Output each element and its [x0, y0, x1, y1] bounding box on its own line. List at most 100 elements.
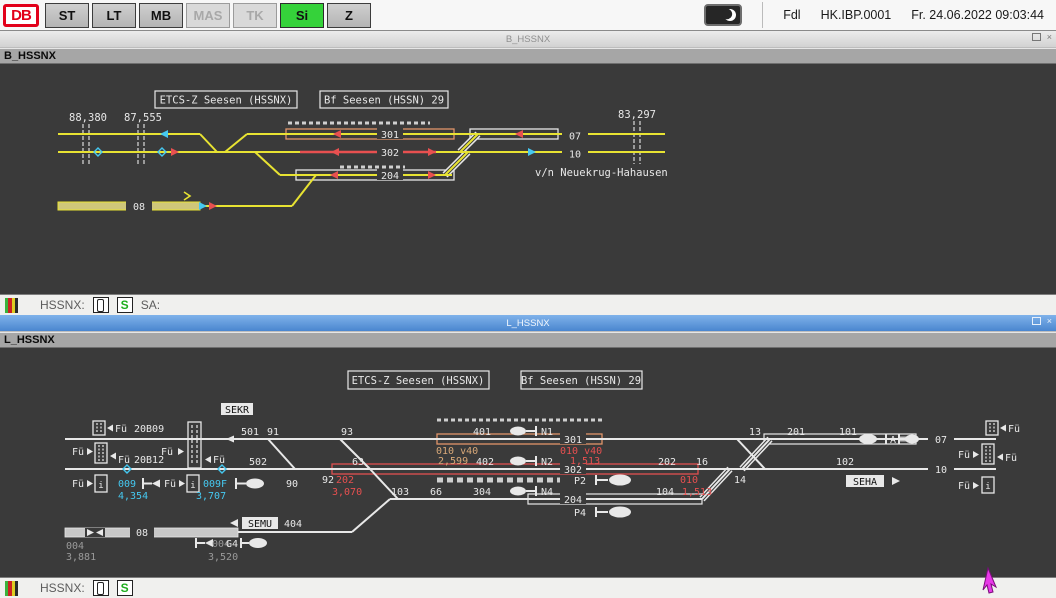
signal-left-icon[interactable]: [143, 478, 160, 489]
block-marker-20b09-icon[interactable]: [93, 421, 105, 435]
block-marker-right-icon[interactable]: [986, 421, 998, 435]
toolbar-button-mas: MAS: [186, 3, 230, 28]
signal-oval-icon[interactable]: [241, 538, 267, 548]
b-status-box-s[interactable]: S: [117, 297, 133, 313]
window-l-titlebar[interactable]: L_HSSNX ×: [0, 315, 1056, 332]
window-b-content: ETCS-Z Seesen (HSSNX) Bf Seesen (HSSN) 2…: [0, 64, 1056, 294]
day-night-toggle[interactable]: [704, 4, 742, 26]
neighbor-line-label: v/n Neuekrug-Hahausen: [535, 167, 668, 179]
km-post-3: [634, 121, 640, 164]
route-dist-tan: 2,599: [438, 456, 468, 467]
b-track-diagram: ETCS-Z Seesen (HSSNX) Bf Seesen (HSSN) 2…: [0, 64, 1056, 294]
switch-14-label: 14: [734, 475, 746, 486]
info-box-right-icon[interactable]: i: [982, 477, 994, 493]
section-202-label: 202: [658, 457, 676, 468]
signal-p4-icon[interactable]: [596, 507, 631, 518]
signal-n4-label: N4: [541, 487, 553, 498]
km-label-3: 83,297: [618, 109, 656, 121]
fu-arrow-right-icon: [178, 448, 184, 455]
l-track-204-label: 204: [564, 495, 582, 506]
fu-arrow-right-icon: [973, 451, 979, 458]
l-status-station: HSSNX:: [40, 581, 85, 595]
workstation-id: HK.IBP.0001: [821, 8, 892, 22]
fu-label: Fü: [1008, 424, 1020, 435]
signal-a2-icon[interactable]: [899, 434, 919, 444]
fu-arrow-right-icon: [87, 480, 93, 487]
l-track-diagram: ETCS-Z Seesen (HSSNX) Bf Seesen (HSSN) 2…: [0, 348, 1056, 577]
b-bf-label: Bf Seesen (HSSN) 29: [324, 95, 444, 107]
close-icon[interactable]: ×: [1047, 32, 1052, 42]
semu-arrow-icon: [230, 519, 238, 527]
block-20b09-label: 20B09: [134, 424, 164, 435]
toolbar-button-si[interactable]: Si: [280, 3, 324, 28]
window-l: L_HSSNX × L_HSSNX ETCS-Z Seesen (HSSNX) …: [0, 315, 1056, 598]
signal-a-exit-icon[interactable]: [859, 434, 886, 444]
route-dist-red: 1,513: [570, 456, 600, 467]
train-004b-dist: 3,520: [208, 552, 238, 563]
fu-arrow-right-icon: [87, 448, 93, 455]
switch-63-label: 63: [352, 457, 364, 468]
signal-p2-label: P2: [574, 476, 586, 487]
signal-a-label: A: [890, 435, 896, 446]
fu-label: Fü: [958, 450, 970, 461]
train-009f-label: 009F: [203, 479, 227, 490]
km-label-2: 87,555: [124, 112, 162, 124]
window-l-label-bar: L_HSSNX: [0, 332, 1056, 348]
b-track-10-label: 10: [569, 150, 581, 161]
l-status-box-s[interactable]: S: [117, 580, 133, 596]
main-toolbar: DB ST LT MB MAS TK Si Z Fdl HK.IBP.0001 …: [0, 0, 1056, 31]
window-l-label: L_HSSNX: [4, 334, 55, 346]
b-status-sa: SA:: [141, 298, 160, 312]
maximize-icon[interactable]: [1032, 317, 1041, 325]
toolbar-button-z[interactable]: Z: [327, 3, 371, 28]
l-status-box-bar[interactable]: [93, 580, 109, 596]
switch-501-label: 501: [241, 427, 259, 438]
toolbar-button-mb[interactable]: MB: [139, 3, 183, 28]
block-marker-20b12-icon[interactable]: [95, 443, 107, 463]
toolbar-button-st[interactable]: ST: [45, 3, 89, 28]
fu-label: Fü: [115, 424, 127, 435]
window-l-statusbar: HSSNX: S: [0, 577, 1056, 598]
info-box-icon[interactable]: i: [187, 475, 199, 492]
b-etcs-label: ETCS-Z Seesen (HSSNX): [160, 95, 293, 107]
signal-n1-label: N1: [541, 427, 553, 438]
km-label-1: 88,380: [69, 112, 107, 124]
sekr-label: SEKR: [225, 405, 250, 416]
toolbar-button-lt[interactable]: LT: [92, 3, 136, 28]
signal-p2-icon[interactable]: [596, 475, 631, 486]
section-404-label: 404: [284, 519, 302, 530]
signal-oval-icon[interactable]: [236, 478, 264, 489]
b-status-box-bar[interactable]: [93, 297, 109, 313]
info-box-icon[interactable]: i: [95, 475, 107, 492]
window-b-label-bar: B_HSSNX: [0, 48, 1056, 64]
signal-n2-label: N2: [541, 457, 553, 468]
b-track-08-label: 08: [133, 202, 145, 213]
switch-90-label: 90: [286, 479, 298, 490]
train-202-label: 202: [336, 475, 354, 486]
window-b-titlebar[interactable]: B_HSSNX ×: [0, 31, 1056, 48]
fu-label: Fü: [118, 455, 130, 466]
signal-left-icon[interactable]: [196, 538, 213, 548]
section-502-label: 502: [249, 457, 267, 468]
l-track-07-label: 07: [935, 435, 947, 446]
white-arrow-left-icon: [226, 436, 234, 443]
maximize-icon[interactable]: [1032, 33, 1041, 41]
section-102-label: 102: [836, 457, 854, 468]
fu-label: Fü: [161, 447, 173, 458]
seha-arrow-icon: [892, 477, 900, 485]
fu-label: Fü: [72, 447, 84, 458]
window-l-content: ETCS-Z Seesen (HSSNX) Bf Seesen (HSSN) 2…: [0, 348, 1056, 577]
seha-label: SEHA: [853, 477, 877, 488]
toolbar-separator: [762, 2, 763, 28]
fu-label: Fü: [213, 455, 225, 466]
block-marker-right2-icon[interactable]: [982, 444, 994, 464]
svg-text:i: i: [98, 481, 103, 491]
b-track-07-label: 07: [569, 132, 581, 143]
role-indicator: Fdl: [783, 8, 800, 22]
fu-arrow-left-icon: [205, 456, 211, 463]
section-401-label: 401: [473, 427, 491, 438]
l-etcs-label: ETCS-Z Seesen (HSSNX): [352, 375, 485, 387]
switch-93-label: 93: [341, 427, 353, 438]
close-icon[interactable]: ×: [1047, 316, 1052, 326]
boundary-marker-icon: [188, 422, 201, 468]
